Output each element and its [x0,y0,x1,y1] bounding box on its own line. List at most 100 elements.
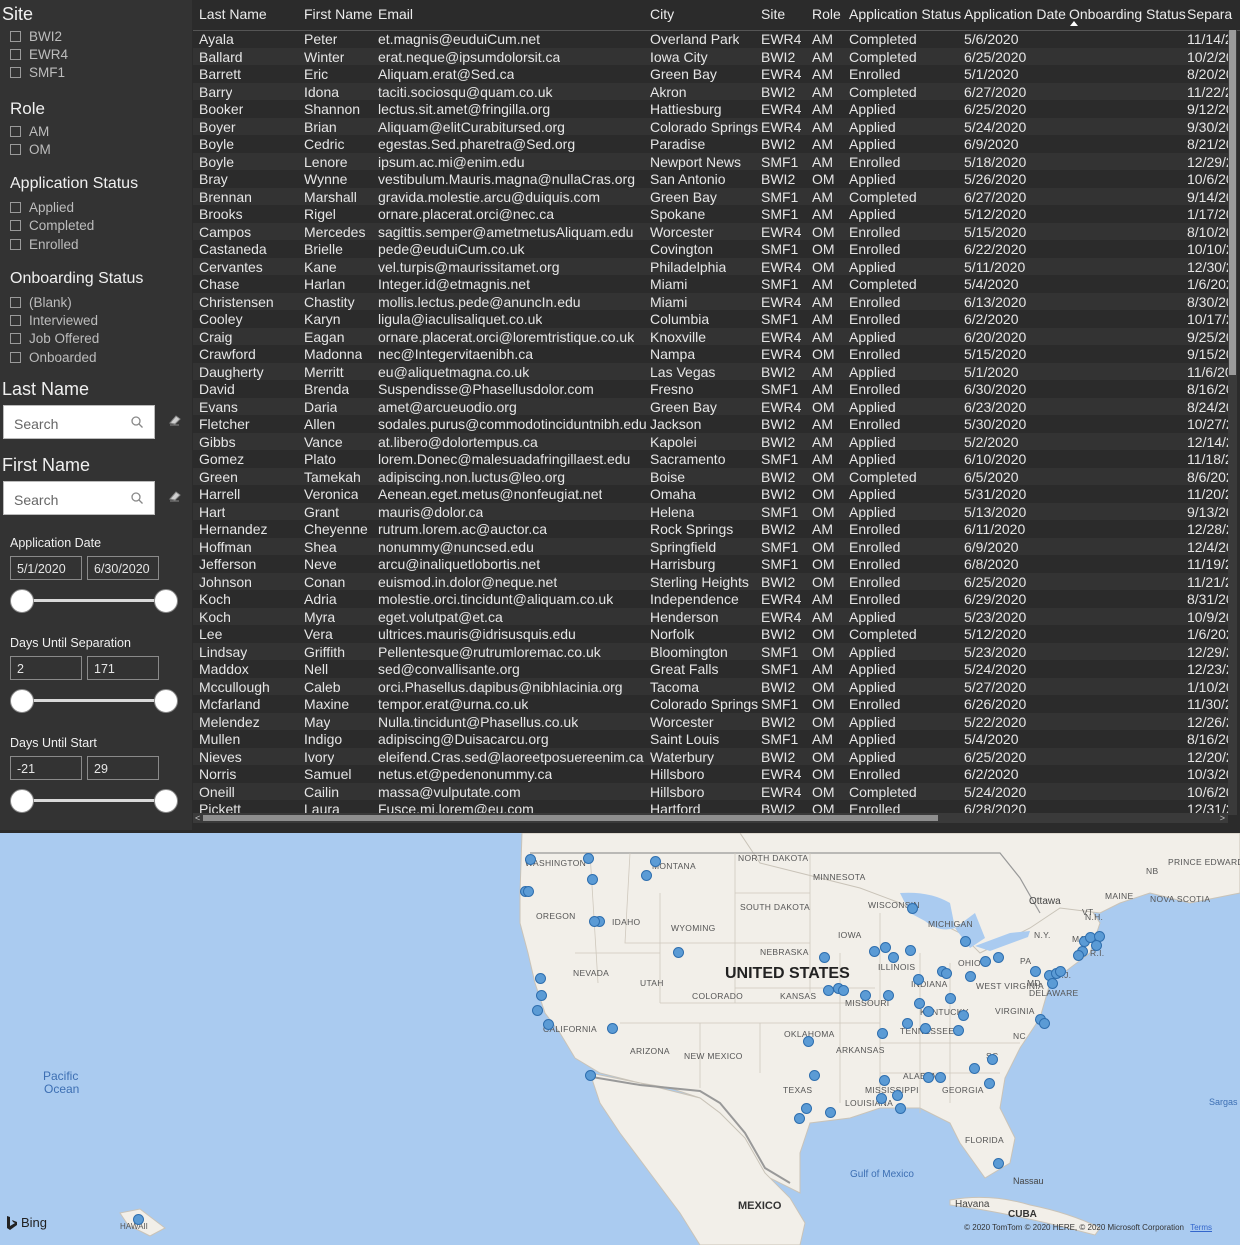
map-data-point[interactable] [1073,950,1084,961]
site-option-bwi2[interactable]: BWI2 [10,27,62,45]
checkbox[interactable] [10,238,21,250]
column-header[interactable]: Application Status [849,6,961,22]
days-start-max-input[interactable]: 29 [87,756,159,780]
last-name-search-box[interactable] [3,405,155,439]
column-header[interactable]: Application Date [964,6,1066,22]
map-data-point[interactable] [607,1023,618,1034]
applicant-location-map[interactable]: UNITED STATES Gulf of Mexico MEXICO CUBA Hav… [0,833,1240,1245]
checkbox[interactable] [10,143,21,155]
table-row[interactable]: Campos Mercedes sagittis.semper@ametmetusA… [193,222,1233,240]
onboarding-option-interviewed[interactable]: Interviewed [10,311,98,329]
map-data-point[interactable] [641,870,652,881]
table-row[interactable]: Barrett Eric Aliquam.erat@Sed.ca Green Bay E… [193,65,1233,83]
map-data-point[interactable] [892,1090,903,1101]
table-row[interactable]: Brooks Rigel ornare.placerat.orci@nec.ca Sp… [193,205,1233,223]
table-row[interactable]: Boyer Brian Aliquam@elitCurabitursed.org Co… [193,117,1233,135]
map-data-point[interactable] [984,1078,995,1089]
map-data-point[interactable] [876,1093,887,1104]
checkbox[interactable] [10,332,21,344]
onboarding-option-job-offered[interactable]: Job Offered [10,329,99,347]
map-data-point[interactable] [953,1025,964,1036]
map-canvas[interactable] [0,833,1240,1245]
map-data-point[interactable] [838,985,849,996]
days-separation-min-input[interactable]: 2 [10,656,82,680]
map-data-point[interactable] [987,1054,998,1065]
site-option-smf1[interactable]: SMF1 [10,63,65,81]
map-data-point[interactable] [941,968,952,979]
map-data-point[interactable] [801,1103,812,1114]
table-row[interactable]: David Brenda Suspendisse@Phasellusdolor.co… [193,380,1233,398]
map-data-point[interactable] [803,1036,814,1047]
scroll-right-icon[interactable]: > [1220,813,1225,823]
app-status-option-applied[interactable]: Applied [10,198,74,216]
checkbox[interactable] [10,125,21,137]
map-data-point[interactable] [965,971,976,982]
map-data-point[interactable] [993,1158,1004,1169]
table-row[interactable]: Ballard Winter erat.neque@ipsumdolorsit.ca… [193,47,1233,65]
app-status-option-enrolled[interactable]: Enrolled [10,235,79,253]
days-separation-slider-max-handle[interactable] [154,689,178,713]
application-date-slider-min-handle[interactable] [10,589,34,613]
map-data-point[interactable] [1047,978,1058,989]
table-row[interactable]: Hoffman Shea nonummy@nuncsed.edu Springfiel… [193,537,1233,555]
map-data-point[interactable] [133,1214,144,1225]
map-data-point[interactable] [879,1075,890,1086]
map-data-point[interactable] [809,1070,820,1081]
map-data-point[interactable] [993,952,1004,963]
table-row[interactable]: Green Tamekah adipiscing.non.luctus@leo.or… [193,467,1233,485]
days-start-slider-max-handle[interactable] [154,789,178,813]
column-header[interactable]: Site [761,6,785,22]
terms-link[interactable]: Terms [1190,1223,1212,1232]
table-row[interactable]: Mcfarland Maxine tempor.erat@urna.co.uk Col… [193,695,1233,713]
table-row[interactable]: Crawford Madonna nec@Integervitaenibh.ca Na… [193,345,1233,363]
table-row[interactable]: Johnson Conan euismod.in.dolor@neque.net St… [193,572,1233,590]
table-horizontal-scrollbar[interactable]: < > [193,813,1228,823]
table-row[interactable]: Melendez May Nulla.tincidunt@Phasellus.co.… [193,712,1233,730]
map-data-point[interactable] [589,916,600,927]
map-data-point[interactable] [980,956,991,967]
table-row[interactable]: Norris Samuel netus.et@pedenonummy.ca Hills… [193,765,1233,783]
map-data-point[interactable] [525,854,536,865]
column-header[interactable]: City [650,6,674,22]
map-data-point[interactable] [523,886,534,897]
map-data-point[interactable] [883,990,894,1001]
application-date-end-input[interactable]: 6/30/2020 [87,556,159,580]
onboarding-option-blank[interactable]: (Blank) [10,293,72,311]
map-data-point[interactable] [673,947,684,958]
table-row[interactable]: Craig Eagan ornare.placerat.orci@loremtris… [193,327,1233,345]
checkbox[interactable] [10,296,21,308]
table-row[interactable]: Christensen Chastity mollis.lectus.pede@an… [193,292,1233,310]
application-date-start-input[interactable]: 5/1/2020 [10,556,82,580]
table-row[interactable]: Harrell Veronica Aenean.eget.metus@nonfeug… [193,485,1233,503]
table-vertical-scrollbar[interactable] [1228,30,1237,815]
site-option-ewr4[interactable]: EWR4 [10,45,68,63]
map-data-point[interactable] [532,1005,543,1016]
column-header[interactable]: Role [812,6,841,22]
table-row[interactable]: Hart Grant mauris@dolor.ca Helena SMF1 OM Appl… [193,502,1233,520]
role-option-am[interactable]: AM [10,122,49,140]
column-header[interactable]: Onboarding Status [1069,6,1186,22]
clear-selection-eraser-icon[interactable] [168,414,182,426]
table-row[interactable]: Booker Shannon lectus.sit.amet@fringilla.o… [193,100,1233,118]
map-data-point[interactable] [1055,966,1066,977]
table-row[interactable]: Gibbs Vance at.libero@dolortempus.ca Kapole… [193,432,1233,450]
app-status-option-completed[interactable]: Completed [10,216,94,234]
table-row[interactable]: Mullen Indigo adipiscing@Duisacarcu.org Sai… [193,730,1233,748]
application-date-slider-max-handle[interactable] [154,589,178,613]
map-data-point[interactable] [905,945,916,956]
map-data-point[interactable] [902,1018,913,1029]
days-separation-slider-min-handle[interactable] [10,689,34,713]
table-row[interactable]: Nieves Ivory eleifend.Cras.sed@laoreetposu… [193,747,1233,765]
table-row[interactable]: Jefferson Neve arcu@inaliquetlobortis.net H… [193,555,1233,573]
map-data-point[interactable] [860,990,871,1001]
map-data-point[interactable] [543,1019,554,1030]
table-row[interactable]: Mccullough Caleb orci.Phasellus.dapibus@ni… [193,677,1233,695]
map-data-point[interactable] [877,1028,888,1039]
last-name-search-input[interactable] [12,415,126,433]
map-data-point[interactable] [913,974,924,985]
map-data-point[interactable] [535,973,546,984]
map-data-point[interactable] [920,1023,931,1034]
table-row[interactable]: Koch Adria molestie.orci.tincidunt@aliquam… [193,590,1233,608]
table-row[interactable]: Ayala Peter et.magnis@euduiCum.net Overland… [193,30,1233,48]
map-data-point[interactable] [923,1072,934,1083]
